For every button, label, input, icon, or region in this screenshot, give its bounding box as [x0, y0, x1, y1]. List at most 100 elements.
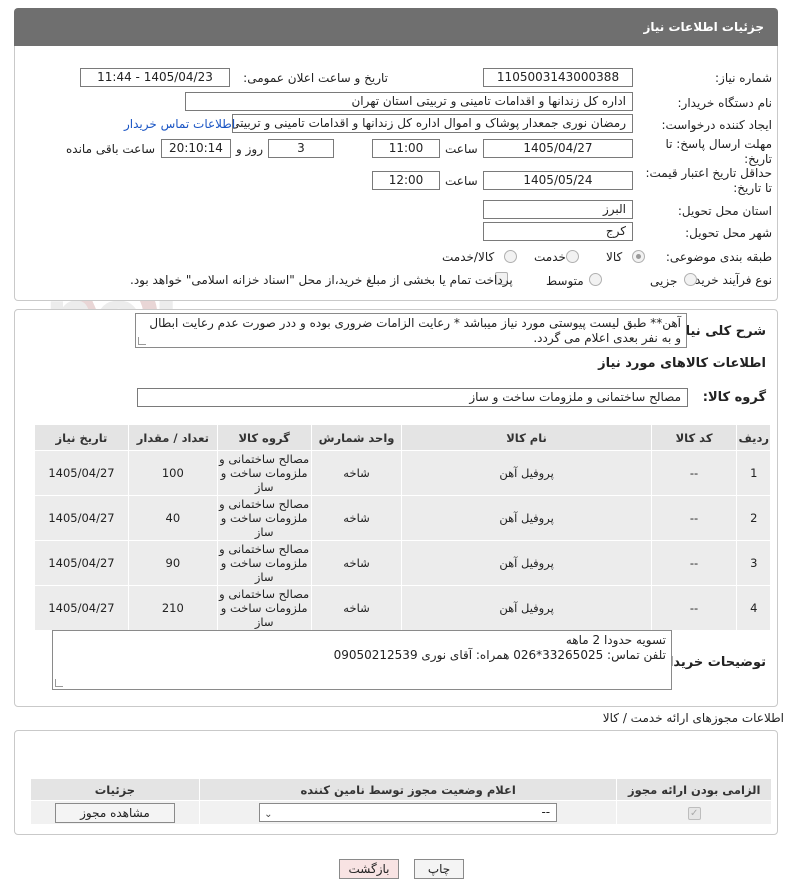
cell-row: 4 — [736, 585, 771, 631]
table-row: 1 -- پروفیل آهن شاخه مصالح ساختمانی و مل… — [34, 450, 771, 496]
goods-group-field: مصالح ساختمانی و ملزومات ساخت و ساز — [137, 388, 688, 407]
requester-label: ایجاد کننده درخواست: — [661, 118, 772, 132]
cell-qty: 210 — [127, 585, 218, 631]
process-radio-medium[interactable] — [589, 273, 602, 286]
permits-section-title: اطلاعات مجوزهای ارائه خدمت / کالا — [602, 711, 784, 725]
cell-name: پروفیل آهن — [401, 495, 652, 541]
reply-deadline-date-field: 1405/04/27 — [483, 139, 633, 158]
price-validity-date-field: 1405/05/24 — [483, 171, 633, 190]
cell-qty: 40 — [127, 495, 218, 541]
col-header-name: نام کالا — [401, 424, 652, 451]
cell-group: مصالح ساختمانی و ملزومات ساخت و ساز — [216, 450, 312, 496]
resize-grip-icon[interactable] — [138, 337, 146, 345]
col-header-code: کد کالا — [650, 424, 738, 451]
category-option-goods: کالا — [606, 250, 623, 264]
process-option-medium: متوسط — [546, 274, 584, 288]
cell-code: -- — [650, 495, 738, 541]
category-option-goods-service: کالا/خدمت — [442, 250, 495, 264]
buyer-notes-textarea[interactable]: تسویه حدودا 2 ماهه تلفن تماس: 33265025*0… — [52, 630, 672, 690]
cell-date: 1405/04/27 — [34, 495, 129, 541]
requester-field: رمضان نوری جمعدار پوشاک و اموال اداره کل… — [232, 114, 633, 133]
permit-status-select[interactable]: -- ⌄ — [259, 803, 558, 822]
cell-row: 1 — [736, 450, 771, 496]
delivery-province-label: استان محل تحویل: — [677, 204, 772, 218]
delivery-city-field: کرج — [483, 222, 633, 241]
cell-unit: شاخه — [310, 585, 403, 631]
resize-grip-icon[interactable] — [55, 679, 63, 687]
chevron-down-icon: ⌄ — [264, 809, 273, 820]
permits-header-row: الزامی بودن ارائه مجوز اعلام وضعیت مجوز … — [30, 778, 772, 801]
col-header-group: گروه کالا — [216, 424, 312, 451]
cell-group: مصالح ساختمانی و ملزومات ساخت و ساز — [216, 540, 312, 586]
cell-name: پروفیل آهن — [401, 585, 652, 631]
description-textarea[interactable]: آهن** طبق لیست پیوستی مورد نیاز میباشد *… — [135, 313, 687, 348]
goods-section-title: اطلاعات کالاهای مورد نیاز — [598, 356, 766, 371]
process-option-minor: جزیی — [650, 274, 678, 288]
reply-days-label: روز و — [236, 142, 263, 156]
permit-col-details: جزئیات — [30, 778, 200, 801]
price-validity-time-field: 12:00 — [372, 171, 440, 190]
category-label: طبقه بندی موضوعی: — [665, 250, 772, 264]
print-button[interactable]: چاپ — [414, 859, 464, 879]
table-row: 2 -- پروفیل آهن شاخه مصالح ساختمانی و مل… — [34, 495, 771, 541]
items-table: ردیف کد کالا نام کالا واحد شمارش گروه کا… — [34, 424, 771, 631]
cell-unit: شاخه — [310, 540, 403, 586]
table-row: 3 -- پروفیل آهن شاخه مصالح ساختمانی و مل… — [34, 540, 771, 586]
cell-name: پروفیل آهن — [401, 450, 652, 496]
category-radio-goods[interactable] — [632, 250, 645, 263]
need-number-label: شماره نیاز: — [715, 71, 772, 85]
permit-required-cell: ✓ — [616, 800, 772, 825]
buyer-notes-label: توضیحات خریدار: — [656, 655, 766, 670]
cell-date: 1405/04/27 — [34, 450, 129, 496]
cell-qty: 100 — [127, 450, 218, 496]
col-header-row: ردیف — [736, 424, 771, 451]
category-radio-service[interactable] — [566, 250, 579, 263]
buyer-contact-link[interactable]: اطلاعات تماس خریدار — [124, 117, 235, 131]
permit-col-status: اعلام وضعیت مجوز توسط نامین کننده — [198, 778, 618, 801]
cell-qty: 90 — [127, 540, 218, 586]
purchase-process-label: نوع فرآیند خرید : — [687, 273, 772, 287]
cell-unit: شاخه — [310, 450, 403, 496]
cell-code: -- — [650, 540, 738, 586]
description-text: آهن** طبق لیست پیوستی مورد نیاز میباشد *… — [149, 316, 681, 345]
cell-row: 2 — [736, 495, 771, 541]
buyer-notes-line-1: تسویه حدودا 2 ماهه — [565, 633, 666, 647]
treasury-note: پرداخت تمام یا بخشی از مبلغ خرید،از محل … — [130, 273, 513, 287]
price-validity-time-label: ساعت — [445, 174, 478, 188]
cell-code: -- — [650, 450, 738, 496]
view-permit-button[interactable]: مشاهده مجوز — [54, 802, 175, 823]
reply-deadline-label: مهلت ارسال پاسخ: تا تاریخ: — [665, 137, 772, 166]
delivery-province-field: البرز — [483, 200, 633, 219]
cell-name: پروفیل آهن — [401, 540, 652, 586]
buyer-org-label: نام دستگاه خریدار: — [677, 96, 773, 110]
cell-code: -- — [650, 585, 738, 631]
permit-status-value: -- — [541, 805, 551, 819]
back-button[interactable]: بازگشت — [339, 859, 399, 879]
table-row: 4 -- پروفیل آهن شاخه مصالح ساختمانی و مل… — [34, 585, 771, 631]
items-table-header-row: ردیف کد کالا نام کالا واحد شمارش گروه کا… — [34, 424, 771, 451]
permit-col-required: الزامی بودن ارائه مجوز — [616, 778, 772, 801]
cell-date: 1405/04/27 — [34, 585, 129, 631]
cell-group: مصالح ساختمانی و ملزومات ساخت و ساز — [216, 495, 312, 541]
price-validity-label: حداقل تاریخ اعتبار قیمت: تا تاریخ: — [645, 166, 772, 195]
page-title: جزئیات اطلاعات نیاز — [643, 20, 764, 34]
cell-date: 1405/04/27 — [34, 540, 129, 586]
cell-unit: شاخه — [310, 495, 403, 541]
announce-datetime-field: 1405/04/23 - 11:44 — [80, 68, 230, 87]
reply-days-field: 3 — [268, 139, 334, 158]
need-number-field: 1105003143000388 — [483, 68, 633, 87]
col-header-qty: تعداد / مقدار — [127, 424, 218, 451]
buyer-notes-line-2: تلفن تماس: 33265025*026 همراه: آقای نوری… — [333, 648, 666, 662]
cell-group: مصالح ساختمانی و ملزومات ساخت و ساز — [216, 585, 312, 631]
process-radio-minor[interactable] — [684, 273, 697, 286]
remaining-time-label: ساعت باقی مانده — [66, 142, 156, 156]
category-radio-goods-service[interactable] — [504, 250, 517, 263]
col-header-date: تاریخ نیاز — [34, 424, 129, 451]
reply-deadline-time-field: 11:00 — [372, 139, 440, 158]
announce-datetime-label: تاریخ و ساعت اعلان عمومی: — [243, 71, 388, 85]
col-header-unit: واحد شمارش — [310, 424, 403, 451]
page-header: جزئیات اطلاعات نیاز — [14, 8, 778, 46]
permits-table: الزامی بودن ارائه مجوز اعلام وضعیت مجوز … — [30, 778, 772, 825]
delivery-city-label: شهر محل تحویل: — [685, 226, 772, 240]
table-row: ✓ -- ⌄ مشاهده مجوز — [30, 800, 772, 825]
